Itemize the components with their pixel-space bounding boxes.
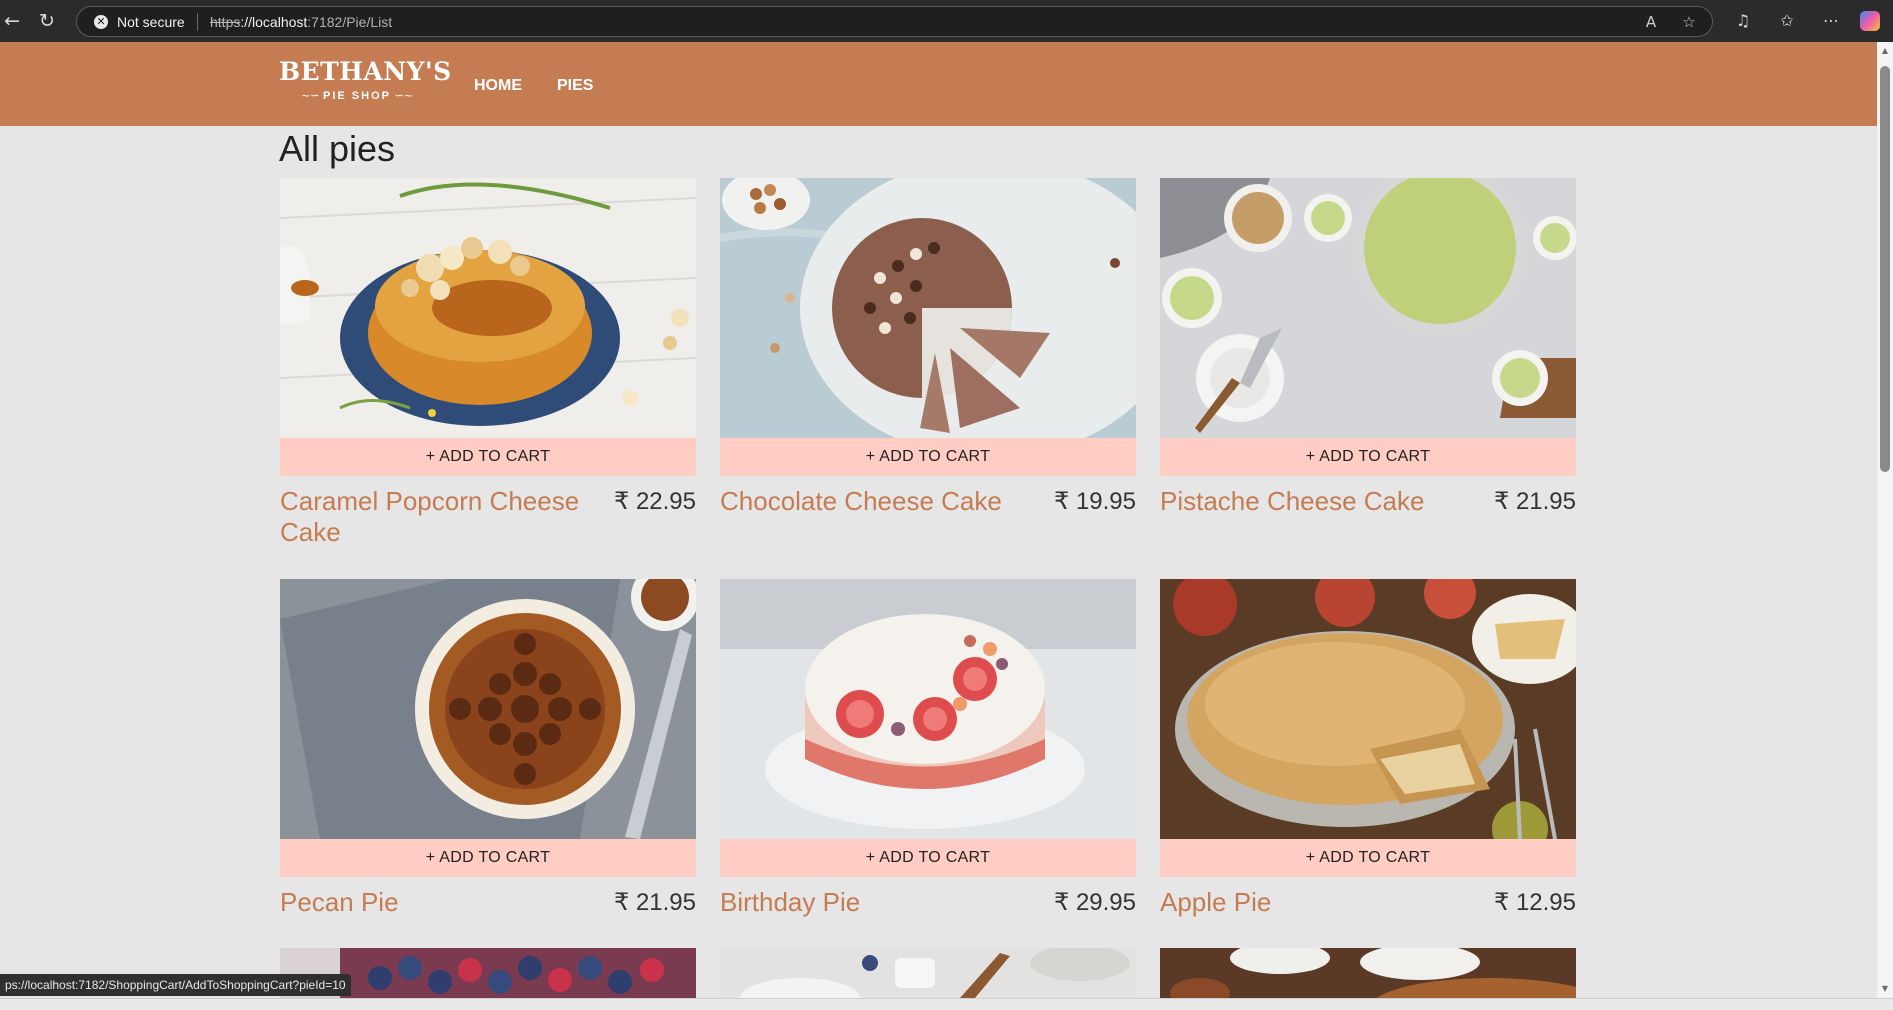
url-scheme: https — [210, 14, 241, 30]
pie-card: + ADD TO CART Pecan Pie ₹ 21.95 — [280, 579, 696, 917]
pie-name-link[interactable]: Chocolate Cheese Cake — [720, 486, 1050, 517]
pie-image-partial[interactable] — [1160, 948, 1576, 998]
extensions-icon[interactable]: ♫ — [1732, 10, 1754, 32]
pie-price: ₹ 12.95 — [1494, 889, 1576, 916]
pie-price: ₹ 22.95 — [614, 488, 696, 515]
add-to-cart-button[interactable]: + ADD TO CART — [280, 839, 696, 877]
site-header: BETHANY'S ~∽ PIE SHOP ∽~ HOME PIES — [0, 42, 1877, 126]
nav-home-link[interactable]: HOME — [474, 77, 522, 95]
add-to-cart-button[interactable]: + ADD TO CART — [1160, 839, 1576, 877]
add-to-cart-button[interactable]: + ADD TO CART — [720, 438, 1136, 476]
pie-image-caramel-popcorn-cheese-cake[interactable] — [280, 178, 696, 438]
scroll-up-icon[interactable]: ▲ — [1880, 46, 1890, 56]
pie-card: + ADD TO CART Birthday Pie ₹ 29.95 — [720, 579, 1136, 917]
logo-subtitle-row: ~∽ PIE SHOP ∽~ — [279, 88, 435, 104]
page-title: All pies — [279, 128, 396, 169]
page-scrollbar[interactable]: ▲ ▼ — [1877, 42, 1893, 998]
url-path: :7182/Pie/List — [307, 14, 393, 30]
pie-name-link[interactable]: Apple Pie — [1160, 887, 1490, 918]
pie-card: + ADD TO CART Pistache Cheese Cake ₹ 21.… — [1160, 178, 1576, 516]
add-to-cart-button[interactable]: + ADD TO CART — [1160, 438, 1576, 476]
back-icon[interactable]: ← — [0, 9, 24, 33]
window-bottom-edge — [0, 998, 1893, 1010]
pie-card: + ADD TO CART Chocolate Cheese Cake ₹ 19… — [720, 178, 1136, 516]
scrollbar-thumb[interactable] — [1880, 66, 1890, 472]
pie-card: + ADD TO CART Caramel Popcorn Cheese Cak… — [280, 178, 696, 547]
url-host: ://localhost — [240, 14, 308, 30]
scroll-down-icon[interactable]: ▼ — [1880, 984, 1890, 994]
browser-toolbar: ← ↻ ✕ Not secure https://localhost:7182/… — [0, 0, 1893, 42]
status-link-preview: ps://localhost:7182/ShoppingCart/AddToSh… — [0, 974, 351, 996]
copilot-icon[interactable] — [1860, 11, 1880, 31]
read-aloud-icon[interactable]: A — [1641, 12, 1661, 32]
flourish-left-icon: ~∽ — [301, 89, 324, 102]
logo-title: BETHANY'S — [279, 57, 452, 86]
pie-card: + ADD TO CART Apple Pie ₹ 12.95 — [1160, 579, 1576, 917]
add-to-cart-button[interactable]: + ADD TO CART — [280, 438, 696, 476]
pie-price: ₹ 21.95 — [614, 889, 696, 916]
pie-image-pecan-pie[interactable] — [280, 579, 696, 839]
address-separator — [197, 13, 198, 31]
pie-image-chocolate-cheese-cake[interactable] — [720, 178, 1136, 438]
not-secure-icon[interactable]: ✕ — [94, 15, 108, 29]
reload-icon[interactable]: ↻ — [35, 9, 59, 33]
logo-subtitle: PIE SHOP — [323, 90, 391, 102]
site-logo[interactable]: BETHANY'S ~∽ PIE SHOP ∽~ — [279, 57, 452, 110]
pie-image-pistache-cheese-cake[interactable] — [1160, 178, 1576, 438]
pie-price: ₹ 19.95 — [1054, 488, 1136, 515]
pie-image-birthday-pie[interactable] — [720, 579, 1136, 839]
url-text[interactable]: https://localhost:7182/Pie/List — [210, 14, 392, 30]
add-to-cart-button[interactable]: + ADD TO CART — [720, 839, 1136, 877]
pie-image-partial[interactable] — [720, 948, 1136, 998]
pie-image-apple-pie[interactable] — [1160, 579, 1576, 839]
nav-pies-link[interactable]: PIES — [557, 77, 593, 95]
pie-price: ₹ 21.95 — [1494, 488, 1576, 515]
pie-name-link[interactable]: Pecan Pie — [280, 887, 610, 918]
pie-price: ₹ 29.95 — [1054, 889, 1136, 916]
pie-name-link[interactable]: Birthday Pie — [720, 887, 1050, 918]
more-menu-icon[interactable]: ⋯ — [1820, 10, 1842, 32]
security-label[interactable]: Not secure — [117, 14, 185, 30]
pie-name-link[interactable]: Pistache Cheese Cake — [1160, 486, 1490, 517]
favorite-star-icon[interactable]: ☆ — [1679, 12, 1699, 32]
favorites-icon[interactable]: ✩ — [1776, 10, 1798, 32]
flourish-right-icon: ∽~ — [390, 89, 413, 102]
pie-name-link[interactable]: Caramel Popcorn Cheese Cake — [280, 486, 610, 548]
address-bar[interactable]: ✕ Not secure https://localhost:7182/Pie/… — [76, 6, 1713, 37]
